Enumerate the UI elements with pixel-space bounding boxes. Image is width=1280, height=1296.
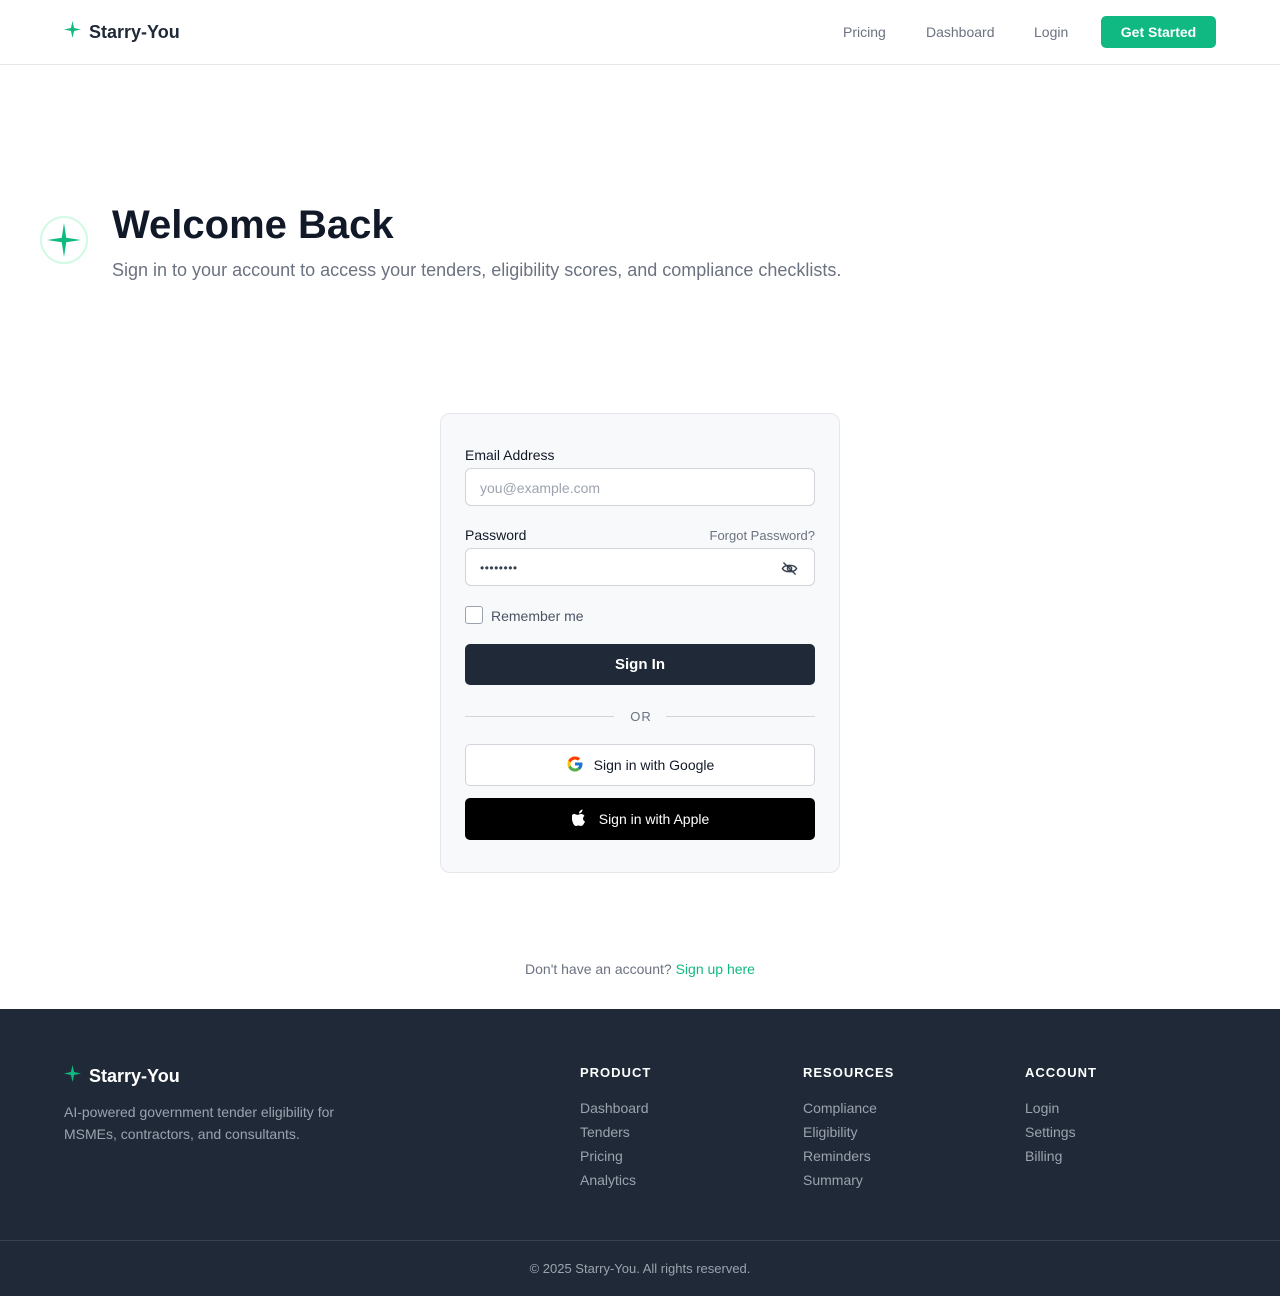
top-nav: Starry-You Pricing Dashboard Login Get S… xyxy=(0,0,1280,65)
brand-logo[interactable]: Starry-You xyxy=(64,20,180,44)
footer-heading: PRODUCT xyxy=(580,1065,652,1080)
footer-divider xyxy=(0,1240,1280,1241)
page-subtitle: Sign in to your account to access your t… xyxy=(112,260,842,280)
apple-signin-button[interactable]: Sign in with Apple xyxy=(465,798,815,840)
sparkle-icon xyxy=(40,216,88,264)
page-title: Welcome Back xyxy=(112,203,394,247)
remember-me-checkbox[interactable] xyxy=(465,606,483,624)
footer-column-resources: RESOURCES Compliance Eligibility Reminde… xyxy=(803,1065,894,1196)
footer-column-product: PRODUCT Dashboard Tenders Pricing Analyt… xyxy=(580,1065,651,1196)
nav-pricing[interactable]: Pricing xyxy=(843,24,886,40)
footer-column-account: ACCOUNT Login Settings Billing xyxy=(1025,1065,1097,1172)
copyright: © 2025 Starry-You. All rights reserved. xyxy=(529,1261,751,1276)
footer-brand-name: Starry-You xyxy=(89,1066,180,1086)
get-started-button[interactable]: Get Started xyxy=(1101,16,1216,48)
footer-heading: RESOURCES xyxy=(803,1065,895,1080)
apple-button-label: Sign in with Apple xyxy=(598,811,710,827)
footer: Starry-You AI-powered government tender … xyxy=(0,1009,1280,1296)
password-value: •••••••• xyxy=(480,561,518,575)
sparkle-icon xyxy=(64,1064,81,1088)
footer-link-login[interactable]: Login xyxy=(1025,1100,1097,1116)
email-label: Email Address xyxy=(465,447,555,463)
signup-prompt: Don't have an account? Sign up here xyxy=(0,961,1280,977)
google-icon xyxy=(566,755,584,776)
email-placeholder: you@example.com xyxy=(480,480,601,496)
footer-link-eligibility[interactable]: Eligibility xyxy=(803,1124,894,1140)
email-field[interactable]: you@example.com xyxy=(465,468,815,506)
sign-in-button[interactable]: Sign In xyxy=(465,644,815,685)
footer-link-dashboard[interactable]: Dashboard xyxy=(580,1100,651,1116)
footer-link-compliance[interactable]: Compliance xyxy=(803,1100,894,1116)
footer-description: AI-powered government tender eligibility… xyxy=(64,1104,335,1142)
apple-icon xyxy=(571,809,587,830)
nav-dashboard[interactable]: Dashboard xyxy=(926,24,995,40)
footer-link-reminders[interactable]: Reminders xyxy=(803,1148,894,1164)
or-separator: OR xyxy=(630,709,652,724)
signup-text: Don't have an account? xyxy=(525,961,672,977)
footer-link-analytics[interactable]: Analytics xyxy=(580,1172,651,1188)
google-button-label: Sign in with Google xyxy=(593,757,715,773)
brand-name: Starry-You xyxy=(89,22,180,42)
password-label: Password xyxy=(465,527,527,543)
google-signin-button[interactable]: Sign in with Google xyxy=(465,744,815,786)
sparkle-icon xyxy=(64,20,81,44)
footer-heading: ACCOUNT xyxy=(1025,1065,1097,1080)
footer-brand[interactable]: Starry-You xyxy=(64,1064,180,1088)
password-field[interactable]: •••••••• xyxy=(465,548,815,586)
footer-link-tenders[interactable]: Tenders xyxy=(580,1124,651,1140)
remember-me-label[interactable]: Remember me xyxy=(491,608,584,624)
signup-link[interactable]: Sign up here xyxy=(676,961,755,977)
footer-link-settings[interactable]: Settings xyxy=(1025,1124,1097,1140)
eye-off-icon[interactable] xyxy=(781,560,798,577)
login-card: Email Address you@example.com Password F… xyxy=(440,413,840,873)
footer-link-pricing[interactable]: Pricing xyxy=(580,1148,651,1164)
nav-login[interactable]: Login xyxy=(1034,24,1068,40)
footer-link-summary[interactable]: Summary xyxy=(803,1172,894,1188)
forgot-password-link[interactable]: Forgot Password? xyxy=(710,528,816,544)
footer-link-billing[interactable]: Billing xyxy=(1025,1148,1097,1164)
